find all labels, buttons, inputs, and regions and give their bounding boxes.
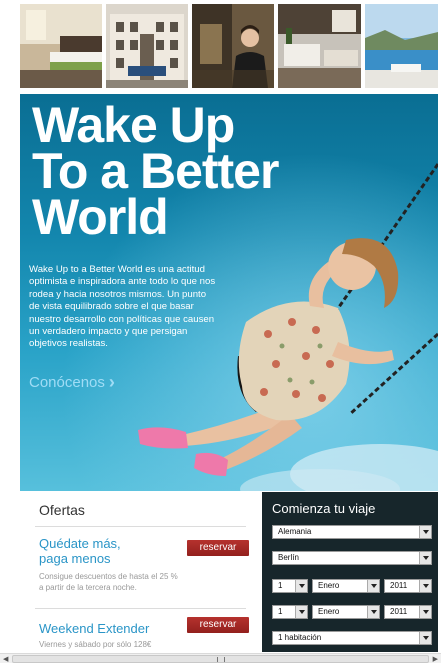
checkout-year-select[interactable]: 2011: [384, 605, 432, 619]
offers-panel: Ofertas Quédate más, paga menos Consigue…: [27, 492, 260, 652]
offer-description: Consigue descuentos de hasta el 25 % a p…: [39, 572, 178, 592]
checkin-month-select[interactable]: Enero: [312, 579, 380, 593]
offer-description: Viernes y sábado por sólo 128€: [39, 640, 152, 649]
country-value: Alemania: [278, 527, 312, 536]
hero-description: Wake Up to a Better World es una actitud…: [29, 264, 216, 350]
checkout-month-value: Enero: [318, 607, 340, 616]
rooms-value: 1 habitación: [278, 633, 322, 642]
photo-coast-pool[interactable]: [365, 4, 438, 88]
chevron-right-icon: ›: [108, 372, 115, 392]
checkin-year-select[interactable]: 2011: [384, 579, 432, 593]
hero-title-line: World: [32, 189, 169, 245]
booking-panel: Comienza tu viaje Alemania Berlín 1 Ener…: [262, 492, 438, 652]
dropdown-arrow-icon: [367, 606, 379, 618]
dropdown-arrow-icon: [295, 580, 307, 592]
checkin-day-select[interactable]: 1: [272, 579, 308, 593]
hero-title-line: To a Better: [32, 143, 279, 199]
offer-item: Weekend Extender Viernes y sábado por só…: [39, 617, 249, 651]
photo-hotel-room[interactable]: [20, 4, 102, 88]
city-value: Berlín: [278, 553, 299, 562]
photo-hotel-facade[interactable]: [106, 4, 188, 88]
scroll-right-arrow-icon[interactable]: ▶: [433, 655, 438, 663]
hero-title: Wake Up To a Better World: [32, 97, 362, 245]
scrollbar-grip-icon: [216, 657, 225, 662]
booking-title: Comienza tu viaje: [272, 501, 376, 516]
dropdown-arrow-icon: [367, 580, 379, 592]
country-select[interactable]: Alemania: [272, 525, 432, 539]
dropdown-arrow-icon: [419, 580, 431, 592]
hero-banner: Wake Up To a Better World Wake Up to a B…: [20, 94, 438, 491]
reservar-button[interactable]: reservar: [187, 540, 249, 556]
checkout-month-select[interactable]: Enero: [312, 605, 380, 619]
checkout-day-value: 1: [278, 607, 283, 616]
photo-lounge[interactable]: [278, 4, 361, 88]
conocenos-link[interactable]: Conócenos ›: [29, 372, 115, 392]
dropdown-arrow-icon: [419, 606, 431, 618]
conocenos-label: Conócenos: [29, 374, 105, 391]
checkin-month-value: Enero: [318, 581, 340, 590]
dropdown-arrow-icon: [419, 632, 431, 644]
offer-item: Quédate más, paga menos Consigue descuen…: [39, 536, 249, 593]
city-select[interactable]: Berlín: [272, 551, 432, 565]
divider: [35, 526, 246, 527]
scrollbar-thumb[interactable]: [12, 655, 429, 663]
divider: [35, 608, 246, 609]
checkout-year-value: 2011: [390, 607, 408, 616]
dropdown-arrow-icon: [419, 552, 431, 564]
offers-title: Ofertas: [39, 502, 85, 518]
page: Wake Up To a Better World Wake Up to a B…: [0, 0, 441, 663]
horizontal-scrollbar[interactable]: ◀ ▶: [0, 653, 441, 663]
rooms-select[interactable]: 1 habitación: [272, 631, 432, 645]
photo-strip: [20, 4, 438, 88]
reservar-button[interactable]: reservar: [187, 617, 249, 633]
checkout-day-select[interactable]: 1: [272, 605, 308, 619]
hero-title-line: Wake Up: [32, 97, 235, 153]
checkin-day-value: 1: [278, 581, 283, 590]
scroll-left-arrow-icon[interactable]: ◀: [3, 655, 8, 663]
photo-receptionist[interactable]: [192, 4, 274, 88]
dropdown-arrow-icon: [295, 606, 307, 618]
dropdown-arrow-icon: [419, 526, 431, 538]
checkin-year-value: 2011: [390, 581, 408, 590]
